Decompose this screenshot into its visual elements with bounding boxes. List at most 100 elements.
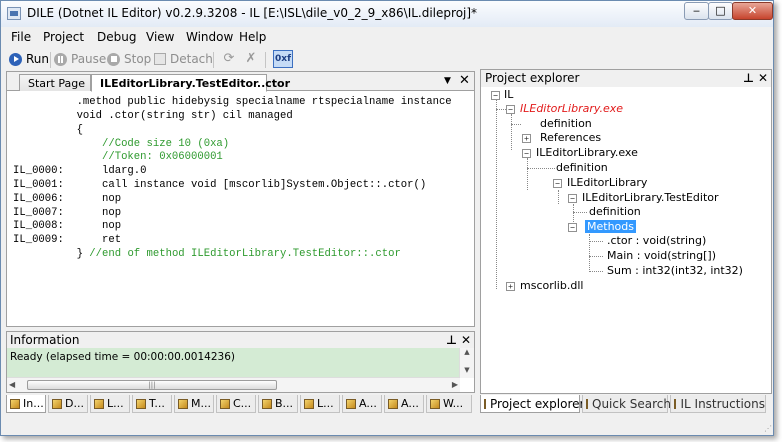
tab-log[interactable]: L...: [90, 395, 130, 413]
horizontal-scrollbar[interactable]: ◀ ||| ▶: [7, 377, 460, 392]
tab-testeditor-ctor[interactable]: ILEditorLibrary.TestEditor..ctor: [91, 74, 290, 92]
information-title: Information: [10, 333, 80, 347]
tree-node-mscorlib[interactable]: mscorlib.dll: [520, 279, 583, 292]
pause-icon: [54, 52, 67, 66]
menu-project[interactable]: Project: [43, 30, 84, 44]
tree-node-method[interactable]: .ctor : void(string): [607, 234, 706, 247]
tab-icon: [304, 398, 314, 409]
menu-window[interactable]: Window: [186, 30, 233, 44]
collapse-icon[interactable]: −: [553, 179, 562, 188]
tab-project-explorer[interactable]: Project explorer: [480, 395, 584, 413]
tree-node-definition[interactable]: definition: [540, 117, 592, 130]
tab-label: T...: [149, 397, 165, 410]
refresh-icon[interactable]: ⟳: [221, 51, 237, 67]
tab-label: A...: [401, 397, 419, 410]
project-explorer-title: Project explorer: [485, 71, 580, 85]
expand-icon[interactable]: +: [506, 282, 515, 291]
tab-locals[interactable]: L...: [300, 395, 340, 413]
collapse-icon[interactable]: −: [568, 194, 577, 203]
code-line: IL_0008: nop: [13, 220, 122, 232]
tree-node-method[interactable]: Sum : int32(int32, int32): [607, 264, 743, 277]
tree-node-class[interactable]: ILEditorLibrary.TestEditor: [582, 191, 719, 204]
code-comment-line: //Code size 10 (0xa): [13, 138, 230, 150]
close-panel-icon[interactable]: ✕: [461, 332, 471, 348]
tree-connector: [573, 212, 587, 213]
tab-threads[interactable]: T...: [132, 395, 172, 413]
run-button[interactable]: Run: [9, 50, 49, 68]
scroll-right-icon[interactable]: ▶: [452, 380, 458, 389]
pause-button[interactable]: Pause: [54, 50, 106, 68]
tab-label: In...: [23, 397, 44, 410]
menu-debug[interactable]: Debug: [97, 30, 136, 44]
tree-node-il[interactable]: IL: [504, 88, 513, 101]
tree-node-namespace[interactable]: ILEditorLibrary: [567, 176, 647, 189]
tree-connector: [558, 190, 559, 204]
tab-quick-search[interactable]: Quick Search: [582, 395, 671, 413]
scroll-down-icon[interactable]: ▼: [460, 366, 474, 374]
tab-icon: [10, 398, 20, 409]
code-comment-line: //Token: 0x06000001: [13, 151, 223, 163]
resize-grip-icon[interactable]: ⋰: [764, 424, 774, 434]
code-view[interactable]: .method public hidebysig specialname rts…: [7, 92, 474, 326]
pin-icon[interactable]: ⊥: [743, 70, 754, 87]
tab-icon: [674, 398, 677, 409]
tree-connector: [527, 158, 528, 190]
tab-icon: [220, 398, 230, 409]
title-bar[interactable]: DILE (Dotnet IL Editor) v0.2.9.3208 - IL…: [1, 1, 773, 27]
detach-label: Detach: [170, 52, 213, 66]
tab-breakpoints[interactable]: B...: [258, 395, 298, 413]
tab-label: L...: [317, 397, 334, 410]
tab-start-page[interactable]: Start Page: [19, 74, 91, 91]
vertical-scrollbar[interactable]: ▲ ▼: [459, 348, 474, 378]
tab-label: W...: [443, 397, 464, 410]
tab-list-dropdown-icon[interactable]: ▼: [444, 76, 451, 86]
collapse-icon[interactable]: −: [522, 149, 531, 158]
tree-connector: [589, 256, 603, 257]
tab-auto-objects[interactable]: A...: [384, 395, 424, 413]
explorer-tool-tabs: Project explorer Quick Search IL Instruc…: [480, 394, 772, 414]
toolbar-separator: [50, 52, 51, 68]
menu-help[interactable]: Help: [239, 30, 266, 44]
wand-icon[interactable]: ✗: [243, 51, 259, 67]
tree-connector: [589, 234, 590, 272]
tree-node-methods[interactable]: Methods: [585, 220, 636, 233]
tree-node-exe[interactable]: ILEditorLibrary.exe: [536, 146, 638, 159]
tab-debug-output[interactable]: D...: [48, 395, 88, 413]
hex-display-button[interactable]: 0xf: [273, 50, 293, 68]
close-panel-icon[interactable]: ✕: [758, 70, 768, 87]
tree-node-method[interactable]: Main : void(string[]): [607, 249, 716, 262]
code-line: .method public hidebysig specialname rts…: [13, 96, 452, 108]
information-output[interactable]: Ready (elapsed time = 00:00:00.0014236): [7, 348, 460, 378]
scroll-up-icon[interactable]: ▲: [460, 348, 474, 356]
tab-icon: [388, 398, 398, 409]
collapse-icon[interactable]: −: [491, 91, 500, 100]
menu-file[interactable]: File: [11, 30, 31, 44]
menu-view[interactable]: View: [146, 30, 174, 44]
collapse-icon[interactable]: −: [568, 223, 577, 232]
information-header: Information ⊥ ✕: [7, 332, 474, 348]
code-line: IL_0001: call instance void [mscorlib]Sy…: [13, 179, 427, 191]
maximize-button[interactable]: □: [708, 2, 733, 20]
tree-node-references[interactable]: References: [540, 131, 601, 144]
close-document-icon[interactable]: ✕: [459, 73, 470, 88]
expand-icon[interactable]: +: [522, 134, 531, 143]
tab-il-instructions[interactable]: IL Instructions: [670, 395, 766, 413]
tab-modules[interactable]: M...: [174, 395, 214, 413]
tab-arguments[interactable]: A...: [342, 395, 382, 413]
scroll-left-icon[interactable]: ◀: [9, 380, 15, 389]
tree-node-definition[interactable]: definition: [556, 161, 608, 174]
toolbar: Run Pause Stop Detach ⟳ ✗ 0xf: [1, 46, 773, 71]
detach-icon: [154, 53, 166, 65]
pin-icon[interactable]: ⊥: [446, 332, 457, 348]
tab-watch[interactable]: W...: [426, 395, 472, 413]
tab-information[interactable]: In...: [6, 395, 46, 413]
minimize-button[interactable]: ‒: [684, 2, 709, 20]
tree-node-definition[interactable]: definition: [589, 205, 641, 218]
tree-node-exe-modified[interactable]: ILEditorLibrary.exe: [520, 102, 623, 115]
stop-button[interactable]: Stop: [107, 50, 151, 68]
collapse-icon[interactable]: −: [506, 105, 515, 114]
scrollbar-thumb[interactable]: |||: [27, 380, 277, 390]
detach-button[interactable]: Detach: [154, 50, 213, 68]
close-button[interactable]: ✕: [732, 2, 773, 20]
tab-call-stack[interactable]: C...: [216, 395, 256, 413]
